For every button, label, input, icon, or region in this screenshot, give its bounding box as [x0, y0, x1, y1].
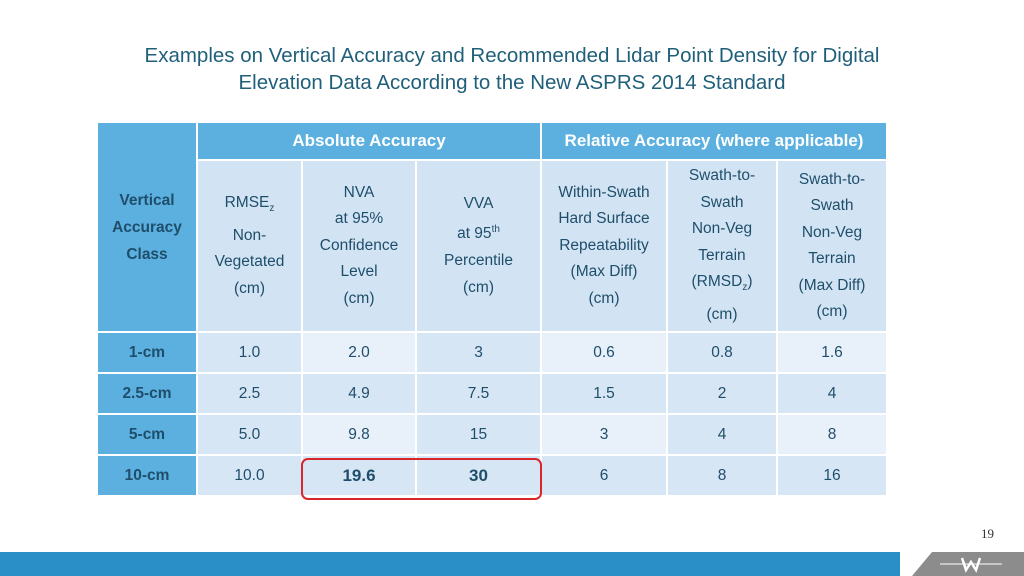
table-cell: 4 — [776, 372, 888, 415]
column-header-swath-maxdiff: Swath-to- Swath Non-Veg Terrain (Max Dif… — [776, 159, 888, 333]
slide-title-line-1: Examples on Vertical Accuracy and Recomm… — [144, 44, 880, 67]
header-line: Vertical — [119, 191, 175, 209]
table-cell: 10.0 — [196, 454, 303, 497]
row-label: 5-cm — [96, 413, 198, 456]
column-header-swath-rmsdz: Swath-to- Swath Non-Veg Terrain (RMSDz) … — [666, 159, 778, 333]
table-cell: 16 — [776, 454, 888, 497]
header-line: Terrain — [698, 246, 746, 264]
table-cell: 1.0 — [196, 331, 303, 374]
header-text: (RMSD — [691, 273, 743, 291]
header-line: (cm) — [234, 279, 265, 297]
header-line: Swath — [810, 197, 854, 214]
header-line: (cm) — [706, 306, 738, 324]
header-line: Confidence — [319, 236, 399, 254]
column-header-rmsez: RMSEz Non- Vegetated (cm) — [196, 159, 303, 333]
header-line: Vegetated — [214, 253, 285, 271]
table-cell: 3 — [540, 413, 668, 456]
slide-title: Examples on Vertical Accuracy and Recomm… — [60, 42, 964, 96]
column-header-vva: VVA at 95th Percentile (cm) — [415, 159, 542, 333]
page-number: 19 — [981, 526, 994, 541]
absolute-accuracy-header: Absolute Accuracy — [196, 121, 542, 161]
header-line: Repeatability — [559, 236, 649, 254]
table-cell: 6 — [540, 454, 668, 497]
table-row: 1-cm 1.0 2.0 3 0.6 0.8 1.6 — [96, 331, 888, 374]
header-line: (RMSDz) — [668, 269, 776, 302]
table-cell: 9.8 — [301, 413, 417, 456]
header-line: at 95% — [334, 210, 384, 228]
footer-bar — [0, 552, 1024, 576]
header-text: RMSE — [224, 193, 270, 211]
header-line: at 95th — [417, 217, 540, 248]
header-line: Swath — [700, 193, 744, 211]
header-line: Accuracy — [112, 218, 182, 236]
table-cell: 1.5 — [540, 372, 668, 415]
header-line: (Max Diff) — [798, 276, 866, 294]
header-line: RMSEz — [198, 190, 301, 223]
row-label: 1-cm — [96, 331, 198, 374]
table-cell: 2.5 — [196, 372, 303, 415]
slide-title-line-2: Elevation Data According to the New ASPR… — [238, 71, 786, 94]
header-line: Class — [126, 245, 168, 263]
table-cell: 15 — [415, 413, 542, 456]
header-line: Non- — [232, 226, 267, 244]
table-cell: 4.9 — [301, 372, 417, 415]
header-line: Within-Swath — [558, 183, 650, 201]
table-cell: 3 — [415, 331, 542, 374]
header-line: VVA — [463, 194, 494, 212]
highlight-box — [301, 458, 542, 500]
header-line: Level — [340, 263, 378, 281]
table-cell: 1.6 — [776, 331, 888, 374]
header-line: (cm) — [588, 289, 620, 307]
header-text: ) — [747, 273, 753, 291]
table-cell: 7.5 — [415, 372, 542, 415]
table-cell: 8 — [776, 413, 888, 456]
table-cell: 4 — [666, 413, 778, 456]
table-row: 5-cm 5.0 9.8 15 3 4 8 — [96, 413, 888, 456]
footer-blue-band — [0, 552, 900, 576]
table-cell: 2 — [666, 372, 778, 415]
header-line: (Max Diff) — [570, 263, 638, 281]
superscript: th — [491, 224, 500, 236]
header-line: NVA — [343, 183, 375, 201]
header-line: Swath-to- — [688, 167, 756, 185]
table-cell: 5.0 — [196, 413, 303, 456]
header-line: Non-Veg — [801, 223, 863, 241]
header-line: Percentile — [444, 252, 513, 270]
table-cell: 0.6 — [540, 331, 668, 374]
header-line: Non-Veg — [691, 220, 753, 238]
accuracy-table: Vertical Accuracy Class Absolute Accurac… — [96, 121, 888, 497]
table-cell: 8 — [666, 454, 778, 497]
column-header-nva: NVA at 95% Confidence Level (cm) — [301, 159, 417, 333]
subscript: z — [269, 203, 275, 215]
table-row: 2.5-cm 2.5 4.9 7.5 1.5 2 4 — [96, 372, 888, 415]
header-line: Hard Surface — [558, 210, 650, 228]
column-header-within-swath: Within-Swath Hard Surface Repeatability … — [540, 159, 668, 333]
header-line: (cm) — [816, 303, 848, 320]
row-label: 2.5-cm — [96, 372, 198, 415]
relative-accuracy-header: Relative Accuracy (where applicable) — [540, 121, 888, 161]
row-label: 10-cm — [96, 454, 198, 497]
header-line: (cm) — [463, 278, 494, 296]
header-line: (cm) — [343, 289, 375, 307]
header-line: Terrain — [808, 250, 856, 267]
vertical-accuracy-class-header: Vertical Accuracy Class — [96, 121, 198, 333]
table-cell: 0.8 — [666, 331, 778, 374]
table-cell: 2.0 — [301, 331, 417, 374]
header-line: Swath-to- — [798, 170, 866, 188]
header-text: at 95 — [457, 225, 492, 243]
